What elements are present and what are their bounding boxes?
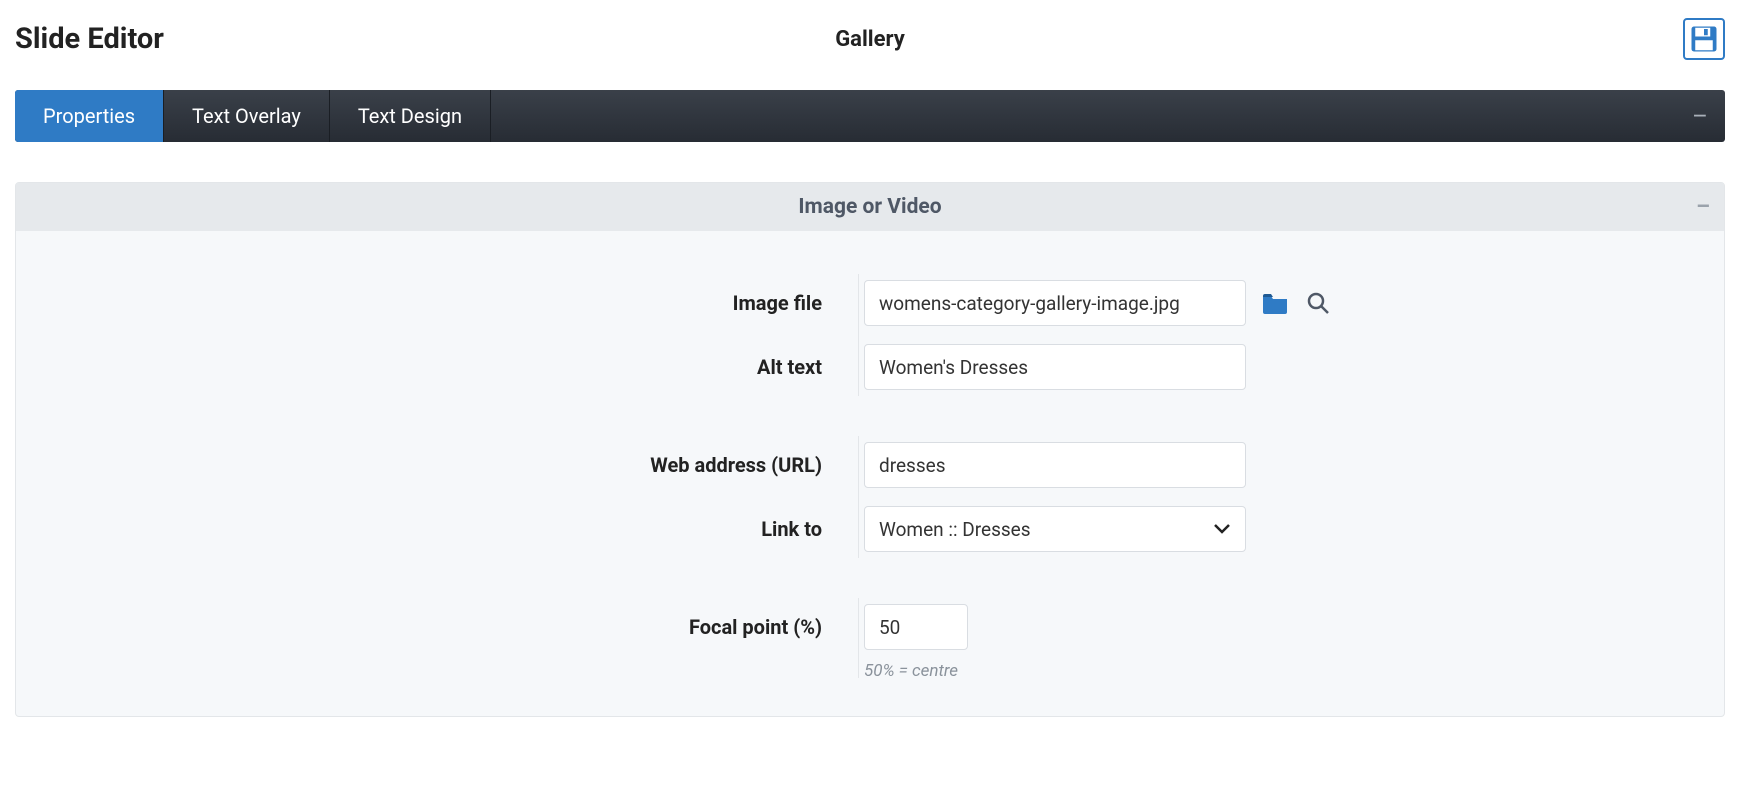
- label-web-address: Web address (URL): [16, 453, 840, 477]
- alt-text-input[interactable]: [864, 344, 1246, 390]
- tab-text-overlay[interactable]: Text Overlay: [164, 90, 330, 142]
- row-link-to: Link to Women :: Dresses: [16, 497, 1724, 561]
- tab-bar: Properties Text Overlay Text Design –: [15, 90, 1725, 142]
- header: Slide Editor Gallery: [0, 0, 1740, 90]
- panel-header: Image or Video –: [16, 183, 1724, 231]
- magnifier-icon: [1306, 291, 1330, 315]
- row-group-focal: Focal point (%) 50% = centre: [16, 595, 1724, 681]
- page-subtitle: Gallery: [835, 27, 905, 52]
- row-web-address: Web address (URL): [16, 433, 1724, 497]
- browse-button[interactable]: [1261, 289, 1289, 317]
- panel-title: Image or Video: [798, 195, 941, 219]
- web-address-input[interactable]: [864, 442, 1246, 488]
- link-to-select[interactable]: Women :: Dresses: [864, 506, 1246, 552]
- floppy-disk-icon: [1689, 24, 1719, 54]
- label-alt-text: Alt text: [16, 355, 840, 379]
- tab-text-design[interactable]: Text Design: [330, 90, 491, 142]
- tab-properties[interactable]: Properties: [15, 90, 164, 142]
- panel-body: Image file: [16, 231, 1724, 716]
- row-image-file: Image file: [16, 271, 1724, 335]
- row-focal-point: Focal point (%): [16, 595, 1724, 659]
- panel-image-or-video: Image or Video – Image file: [15, 182, 1725, 717]
- focal-point-hint: 50% = centre: [840, 661, 1724, 681]
- label-image-file: Image file: [16, 291, 840, 315]
- label-focal-point: Focal point (%): [16, 615, 840, 639]
- preview-button[interactable]: [1304, 289, 1332, 317]
- image-file-input[interactable]: [864, 280, 1246, 326]
- panel-collapse-button[interactable]: –: [1696, 195, 1710, 220]
- tab-spacer: [491, 90, 1675, 142]
- chevron-down-icon: [1213, 519, 1231, 540]
- save-button[interactable]: [1683, 18, 1725, 60]
- page-title: Slide Editor: [15, 22, 755, 56]
- tabbar-collapse-button[interactable]: –: [1675, 90, 1725, 142]
- label-link-to: Link to: [16, 517, 840, 541]
- link-to-value: Women :: Dresses: [879, 518, 1031, 541]
- header-actions: [985, 18, 1725, 60]
- row-group-image: Image file: [16, 271, 1724, 399]
- focal-point-input[interactable]: [864, 604, 968, 650]
- row-alt-text: Alt text: [16, 335, 1724, 399]
- folder-icon: [1262, 292, 1288, 314]
- row-group-link: Web address (URL) Link to Women :: Dress…: [16, 433, 1724, 561]
